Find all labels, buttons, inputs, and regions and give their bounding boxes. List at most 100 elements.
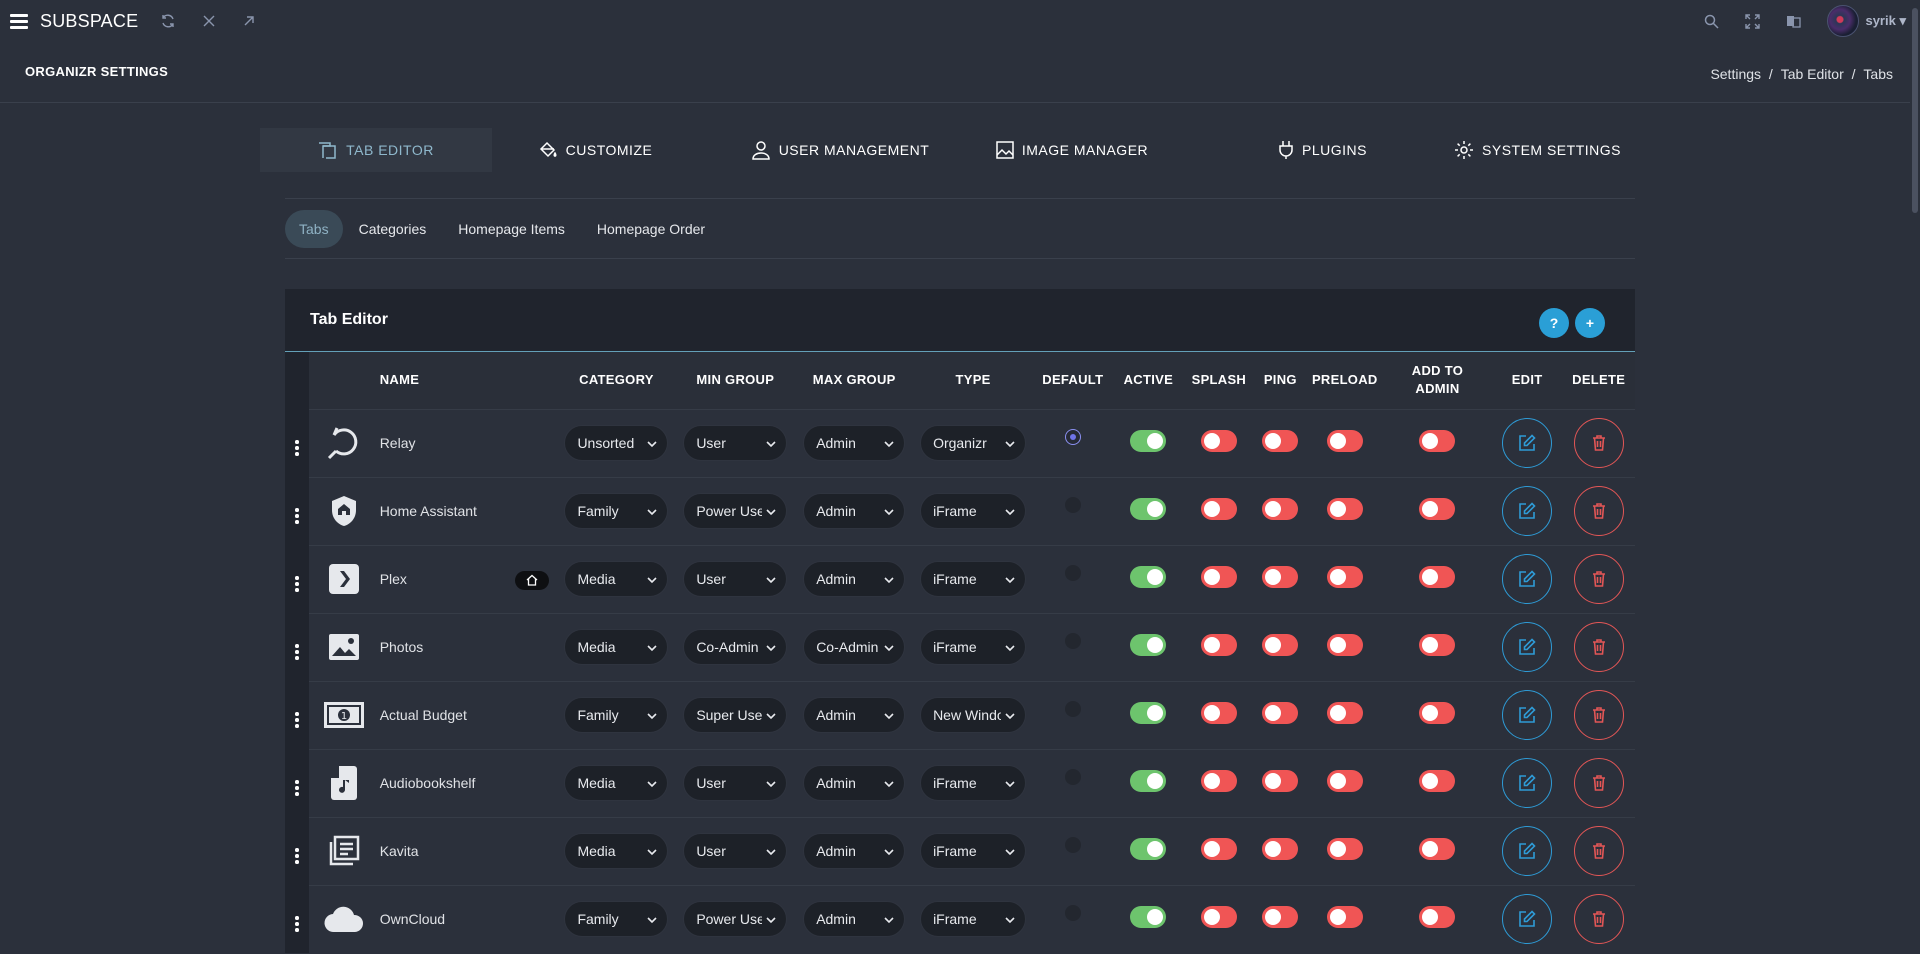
delete-button[interactable] [1573,418,1624,468]
delete-button[interactable] [1573,486,1624,536]
ping-toggle[interactable] [1262,769,1299,792]
drag-handle-icon[interactable] [295,576,299,592]
preload-toggle[interactable] [1326,701,1363,724]
preload-toggle[interactable] [1326,565,1363,588]
delete-button[interactable] [1573,758,1624,808]
edit-button[interactable] [1502,622,1553,672]
drag-handle-icon[interactable] [295,916,299,932]
default-radio[interactable] [1064,836,1081,853]
reload-icon[interactable] [160,13,176,29]
username-dropdown[interactable]: syrik ▾ [1865,13,1906,29]
active-toggle[interactable] [1130,497,1167,520]
min-group-select[interactable]: User [683,765,788,801]
default-radio[interactable] [1064,700,1081,717]
scrollbar-thumb[interactable] [1912,8,1918,213]
close-icon[interactable] [202,14,216,28]
edit-button[interactable] [1502,554,1553,604]
default-radio[interactable] [1064,632,1081,649]
edit-button[interactable] [1502,894,1553,945]
drag-handle-icon[interactable] [295,780,299,796]
search-icon[interactable] [1704,14,1719,29]
type-select[interactable]: iFrame [920,493,1027,529]
language-icon[interactable] [1786,14,1802,29]
edit-button[interactable] [1502,418,1553,468]
max-group-select[interactable]: Co-Admin [803,629,906,665]
subtab-categories[interactable]: Categories [343,210,443,248]
splash-toggle[interactable] [1200,565,1237,588]
breadcrumb-settings[interactable]: Settings [1710,66,1761,82]
drag-handle-icon[interactable] [295,440,299,456]
fullscreen-icon[interactable] [1745,13,1761,29]
active-toggle[interactable] [1130,769,1167,792]
max-group-select[interactable]: Admin [803,561,906,597]
add-to-admin-toggle[interactable] [1419,633,1456,656]
min-group-select[interactable]: User [683,425,788,461]
edit-button[interactable] [1502,690,1553,740]
drag-handle-icon[interactable] [295,644,299,660]
edit-button[interactable] [1502,758,1553,808]
ping-toggle[interactable] [1262,905,1299,928]
help-button[interactable]: ? [1539,308,1569,338]
default-radio[interactable] [1064,768,1081,785]
min-group-select[interactable]: User [683,833,788,869]
category-select[interactable]: Media [564,629,669,665]
delete-button[interactable] [1573,894,1624,945]
type-select[interactable]: New Window [920,697,1027,733]
preload-toggle[interactable] [1326,633,1363,656]
type-select[interactable]: iFrame [920,629,1027,665]
ping-toggle[interactable] [1262,497,1299,520]
add-to-admin-toggle[interactable] [1419,701,1456,724]
drag-handle-icon[interactable] [295,508,299,524]
min-group-select[interactable]: Co-Admin [683,629,788,665]
tab-customize[interactable]: CUSTOMIZE [515,128,675,172]
ping-toggle[interactable] [1262,837,1299,860]
ping-toggle[interactable] [1262,633,1299,656]
edit-button[interactable] [1502,826,1553,876]
drag-handle-icon[interactable] [295,848,299,864]
category-select[interactable]: Family [564,901,669,938]
breadcrumb-tab-editor[interactable]: Tab Editor [1781,66,1844,82]
add-to-admin-toggle[interactable] [1419,769,1456,792]
ping-toggle[interactable] [1262,565,1299,588]
splash-toggle[interactable] [1200,429,1237,452]
max-group-select[interactable]: Admin [803,833,906,869]
category-select[interactable]: Media [564,561,669,597]
app-brand[interactable]: SUBSPACE [40,11,138,32]
add-tab-button[interactable]: + [1575,308,1605,338]
subtab-homepage-items[interactable]: Homepage Items [442,210,581,248]
splash-toggle[interactable] [1200,497,1237,520]
page-scrollbar[interactable] [1910,0,1920,954]
active-toggle[interactable] [1130,633,1167,656]
drag-handle-icon[interactable] [295,712,299,728]
min-group-select[interactable]: Super User [683,697,788,733]
type-select[interactable]: iFrame [920,765,1027,801]
tab-plugins[interactable]: PLUGINS [1250,128,1395,172]
category-select[interactable]: Unsorted [564,425,669,461]
max-group-select[interactable]: Admin [803,765,906,801]
hamburger-menu-icon[interactable] [10,14,28,29]
category-select[interactable]: Family [564,493,669,529]
max-group-select[interactable]: Admin [803,697,906,733]
tab-system-settings[interactable]: SYSTEM SETTINGS [1440,128,1635,172]
user-avatar[interactable] [1827,5,1860,37]
max-group-select[interactable]: Admin [803,493,906,529]
edit-button[interactable] [1502,486,1553,536]
preload-toggle[interactable] [1326,905,1363,928]
subtab-homepage-order[interactable]: Homepage Order [581,210,721,248]
splash-toggle[interactable] [1200,701,1237,724]
add-to-admin-toggle[interactable] [1419,565,1456,588]
preload-toggle[interactable] [1326,497,1363,520]
active-toggle[interactable] [1130,565,1167,588]
min-group-select[interactable]: User [683,561,788,597]
active-toggle[interactable] [1130,837,1167,860]
tab-image-manager[interactable]: IMAGE MANAGER [972,128,1172,172]
max-group-select[interactable]: Admin [803,901,906,938]
preload-toggle[interactable] [1326,769,1363,792]
default-radio[interactable] [1064,496,1081,513]
active-toggle[interactable] [1130,905,1167,928]
delete-button[interactable] [1573,690,1624,740]
delete-button[interactable] [1573,554,1624,604]
splash-toggle[interactable] [1200,905,1237,928]
category-select[interactable]: Media [564,765,669,801]
add-to-admin-toggle[interactable] [1419,837,1456,860]
